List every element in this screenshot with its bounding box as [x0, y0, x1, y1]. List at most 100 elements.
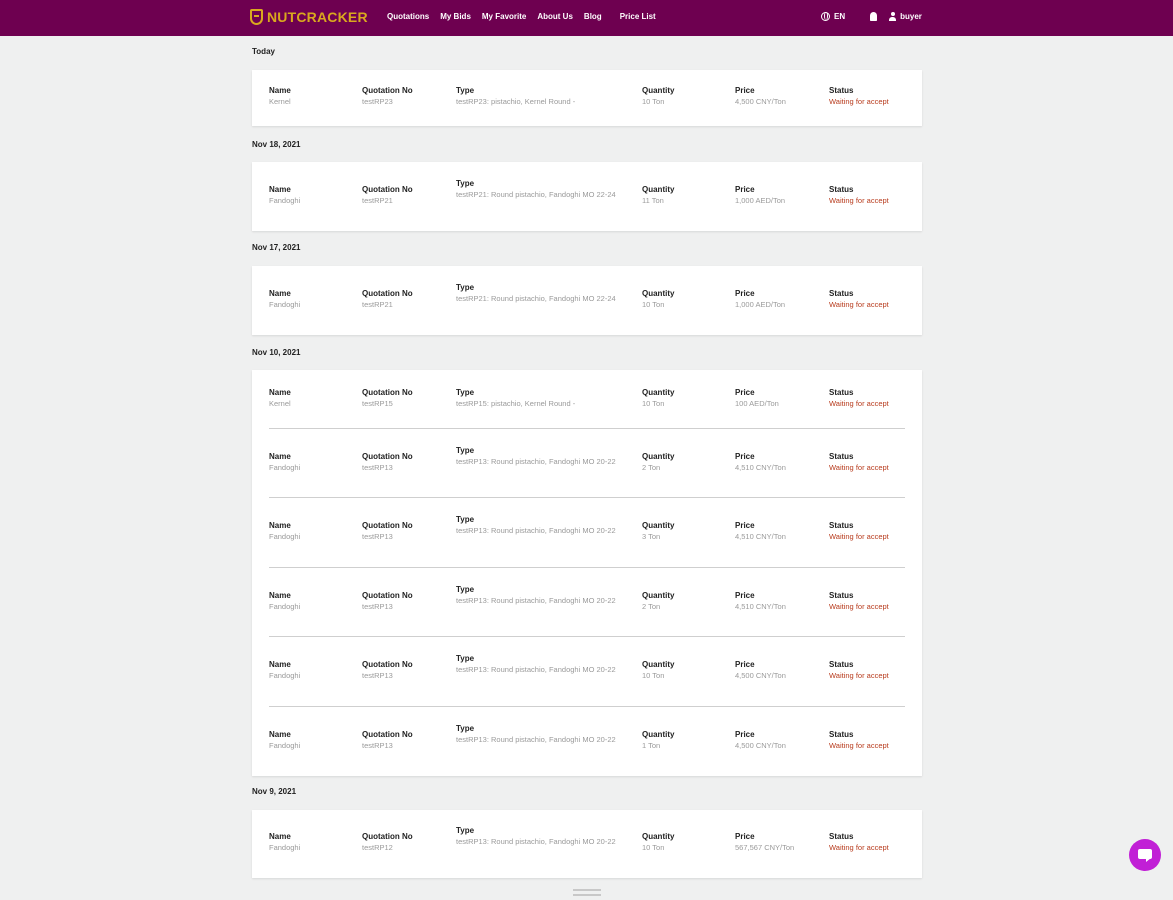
- quotation-row[interactable]: Name Fandoghi Quotation No testRP12 Type test…: [252, 810, 922, 878]
- quotation-no-column: Quotation No testRP23: [362, 86, 413, 107]
- nav-quotations[interactable]: Quotations: [387, 12, 429, 21]
- status-value: Waiting for accept: [829, 602, 889, 611]
- nav-blog[interactable]: Blog: [584, 12, 602, 21]
- name-column: Name Fandoghi: [269, 289, 300, 310]
- quotation-no-column: Quotation No testRP21: [362, 289, 413, 310]
- price-column: Price 567,567 CNY/Ton: [735, 832, 794, 853]
- price-value: 4,500 CNY/Ton: [735, 97, 786, 106]
- quantity-column: Quantity 3 Ton: [642, 521, 674, 542]
- nav-about-us[interactable]: About Us: [537, 12, 573, 21]
- status-value: Waiting for accept: [829, 463, 889, 472]
- price-label: Price: [735, 521, 755, 530]
- language-selector[interactable]: EN: [834, 12, 845, 21]
- quotation-row[interactable]: Name Fandoghi Quotation No testRP21 Type test…: [252, 162, 922, 231]
- quotation-no-value: testRP21: [362, 196, 393, 205]
- quotation-card: Name Fandoghi Quotation No testRP21 Type test…: [252, 266, 922, 335]
- quotation-no-column: Quotation No testRP13: [362, 452, 413, 473]
- top-nav: NUTCRACKER Quotations My Bids My Favorit…: [0, 0, 1173, 36]
- globe-icon[interactable]: [821, 12, 830, 21]
- type-label: Type: [456, 283, 475, 292]
- quotation-no-value: testRP13: [362, 741, 393, 750]
- name-value: Fandoghi: [269, 602, 301, 611]
- name-label: Name: [269, 388, 291, 397]
- quantity-value: 10 Ton: [642, 300, 665, 309]
- type-label: Type: [456, 515, 475, 524]
- quotation-no-value: testRP13: [362, 463, 393, 472]
- type-column: Type testRP13: Round pistachio, Fandoghi …: [456, 826, 632, 847]
- quotation-row[interactable]: Name Kernel Quotation No testRP23 Type testRP…: [252, 70, 922, 126]
- quotation-no-column: Quotation No testRP15: [362, 388, 413, 409]
- price-value: 4,510 CNY/Ton: [735, 532, 786, 541]
- status-label: Status: [829, 388, 854, 397]
- name-column: Name Fandoghi: [269, 591, 300, 612]
- status-column: Status Waiting for accept: [829, 521, 889, 542]
- quotation-row[interactable]: Name Fandoghi Quotation No testRP21 Type test…: [252, 266, 922, 335]
- quotation-row[interactable]: Name Fandoghi Quotation No testRP13 Type test…: [252, 637, 922, 707]
- user-icon[interactable]: [889, 12, 897, 21]
- status-column: Status Waiting for accept: [829, 388, 889, 409]
- type-label: Type: [456, 585, 475, 594]
- shield-logo-icon: [250, 9, 263, 25]
- bell-icon[interactable]: [870, 12, 878, 21]
- type-value: testRP13: Round pistachio, Fandoghi MO 2…: [456, 735, 616, 744]
- quotation-no-column: Quotation No testRP13: [362, 591, 413, 612]
- quotation-card: Name Fandoghi Quotation No testRP12 Type test…: [252, 810, 922, 878]
- nav-price-list[interactable]: Price List: [620, 12, 656, 21]
- type-label: Type: [456, 724, 475, 733]
- user-name[interactable]: buyer: [900, 12, 922, 21]
- quantity-label: Quantity: [642, 521, 675, 530]
- price-value: 4,500 CNY/Ton: [735, 671, 786, 680]
- type-column: Type testRP21: Round pistachio, Fandoghi …: [456, 283, 632, 304]
- status-column: Status Waiting for accept: [829, 660, 889, 681]
- name-column: Name Fandoghi: [269, 660, 300, 681]
- name-label: Name: [269, 591, 291, 600]
- quotation-no-label: Quotation No: [362, 185, 413, 194]
- price-value: 4,510 CNY/Ton: [735, 463, 786, 472]
- logo[interactable]: NUTCRACKER: [250, 9, 368, 25]
- quantity-column: Quantity 10 Ton: [642, 832, 674, 853]
- quotation-no-label: Quotation No: [362, 591, 413, 600]
- quotation-no-column: Quotation No testRP12: [362, 832, 413, 853]
- quantity-value: 2 Ton: [642, 463, 661, 472]
- quantity-column: Quantity 2 Ton: [642, 452, 674, 473]
- price-column: Price 1,000 AED/Ton: [735, 185, 785, 206]
- status-column: Status Waiting for accept: [829, 832, 889, 853]
- quotation-card: Name Kernel Quotation No testRP15 Type testRP…: [252, 370, 922, 776]
- quotation-row[interactable]: Name Fandoghi Quotation No testRP13 Type test…: [252, 568, 922, 637]
- price-value: 1,000 AED/Ton: [735, 196, 786, 205]
- chat-icon[interactable]: [1129, 839, 1161, 871]
- price-label: Price: [735, 452, 755, 461]
- quotation-no-column: Quotation No testRP21: [362, 185, 413, 206]
- price-column: Price 4,500 CNY/Ton: [735, 660, 786, 681]
- type-column: Type testRP21: Round pistachio, Fandoghi …: [456, 179, 632, 200]
- type-value: testRP13: Round pistachio, Fandoghi MO 2…: [456, 526, 616, 535]
- price-label: Price: [735, 660, 755, 669]
- type-label: Type: [456, 86, 475, 95]
- status-value: Waiting for accept: [829, 196, 889, 205]
- price-label: Price: [735, 289, 755, 298]
- drag-handle-icon[interactable]: [573, 889, 601, 896]
- date-header: Nov 9, 2021: [252, 787, 297, 796]
- nav-my-favorite[interactable]: My Favorite: [482, 12, 526, 21]
- nav-my-bids[interactable]: My Bids: [440, 12, 471, 21]
- quotation-row[interactable]: Name Fandoghi Quotation No testRP13 Type test…: [252, 429, 922, 498]
- quantity-column: Quantity 10 Ton: [642, 388, 674, 409]
- quantity-column: Quantity 1 Ton: [642, 730, 674, 751]
- status-value: Waiting for accept: [829, 843, 889, 852]
- price-label: Price: [735, 388, 755, 397]
- name-column: Name Fandoghi: [269, 521, 300, 542]
- quantity-value: 3 Ton: [642, 532, 661, 541]
- quotation-row[interactable]: Name Fandoghi Quotation No testRP13 Type test…: [252, 498, 922, 568]
- quotation-no-value: testRP13: [362, 532, 393, 541]
- status-column: Status Waiting for accept: [829, 452, 889, 473]
- price-label: Price: [735, 185, 755, 194]
- status-column: Status Waiting for accept: [829, 289, 889, 310]
- quotation-row[interactable]: Name Fandoghi Quotation No testRP13 Type test…: [252, 707, 922, 776]
- type-label: Type: [456, 826, 475, 835]
- quotation-row[interactable]: Name Kernel Quotation No testRP15 Type testRP…: [252, 370, 922, 429]
- status-label: Status: [829, 185, 854, 194]
- status-label: Status: [829, 521, 854, 530]
- quotation-no-label: Quotation No: [362, 660, 413, 669]
- type-value: testRP13: Round pistachio, Fandoghi MO 2…: [456, 457, 616, 466]
- type-label: Type: [456, 388, 475, 397]
